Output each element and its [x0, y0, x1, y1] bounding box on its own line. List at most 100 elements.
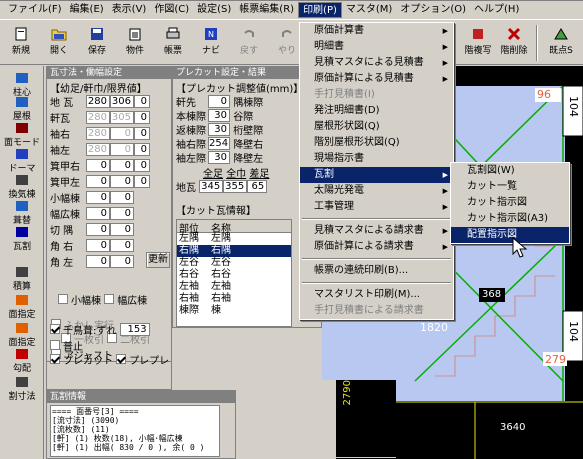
print-menu-item[interactable]: 手打見積書による請求書 — [300, 303, 453, 319]
hogai-row[interactable]: 普止 — [50, 338, 83, 353]
left-tool-7[interactable]: 積算 — [2, 266, 42, 292]
new-button[interactable]: 新規 — [2, 24, 40, 62]
left-tool-9[interactable]: 面指定 — [2, 322, 42, 348]
floor-copy-button[interactable]: 階複写 — [460, 24, 496, 62]
tile-size-input-2[interactable]: 0 — [110, 174, 134, 188]
print-menu-item[interactable]: 発注明細書(D) — [300, 103, 453, 119]
preple-checkbox[interactable] — [116, 354, 127, 364]
tile-size-input-2[interactable]: 0 — [110, 254, 134, 268]
cut-list-row[interactable]: 左隅 左隅 — [177, 233, 291, 245]
habahiro-checkbox[interactable] — [104, 294, 115, 304]
tile-size-input-2[interactable]: 0 — [110, 238, 134, 252]
chidori-row[interactable]: 千鳥葺:ずれ 153 — [50, 322, 150, 337]
print-menu-item[interactable]: 階別屋根形状図(Q) — [300, 135, 453, 151]
submenu-item[interactable]: カット指示図 — [451, 195, 569, 211]
tile-size-input-3[interactable]: 0 — [134, 174, 150, 188]
tile-size-input-1[interactable]: 280 — [86, 94, 110, 108]
print-menu-item[interactable]: 原価計算による見積書 ▶ — [300, 71, 453, 87]
menu-2[interactable]: 表示(V) — [108, 2, 151, 18]
undo-button[interactable]: 戻す — [230, 24, 268, 62]
tile-size-input-1[interactable]: 0 — [86, 190, 110, 204]
menu-8[interactable]: オプション(O) — [396, 2, 470, 18]
left-tool-8[interactable]: 面指定 — [2, 294, 42, 320]
floor-delete-button[interactable]: 階削除 — [496, 24, 532, 62]
tile-size-input-2[interactable]: 0 — [110, 222, 134, 236]
drawing-canvas-left[interactable]: 2790 — [336, 380, 396, 459]
menu-5[interactable]: 帳票編集(R) — [235, 2, 298, 18]
cut-list-row[interactable]: 右谷 右谷 — [177, 269, 291, 281]
cut-list-row[interactable]: 左袖 左袖 — [177, 281, 291, 293]
cut-list-row[interactable]: 棟際棟 — [177, 305, 291, 317]
form-button[interactable]: 帳票 — [154, 24, 192, 62]
print-menu-item[interactable]: 見積マスタによる見積書 ▶ — [300, 55, 453, 71]
tile-size-input-3[interactable]: 0 — [134, 158, 150, 172]
tile-size-input-1[interactable]: 280 — [86, 110, 110, 124]
jiku-zensoku[interactable]: 345 — [199, 179, 224, 193]
cut-list-row[interactable]: 左谷 左谷 — [177, 257, 291, 269]
left-tool-1[interactable]: 屋根 — [2, 96, 42, 122]
open-button[interactable]: 開く — [40, 24, 78, 62]
print-menu-item[interactable]: 原価計算による請求書 ▶ — [300, 239, 453, 255]
tile-size-input-3[interactable]: 0 — [134, 110, 150, 124]
menu-7[interactable]: マスタ(M) — [342, 2, 396, 18]
tile-size-input-2[interactable]: 0 — [110, 142, 134, 156]
tile-size-input-3[interactable]: 0 — [134, 94, 150, 108]
tile-size-input-1[interactable]: 0 — [86, 238, 110, 252]
navi-button[interactable]: N ナビ — [192, 24, 230, 62]
tile-size-input-1[interactable]: 280 — [86, 126, 110, 140]
tile-size-input-2[interactable]: 305 — [110, 110, 134, 124]
cut-list[interactable]: 部位 名称 左隅 左隅 右隅 右隅 左谷 左谷 右谷 右谷 左袖 左袖 右袖 右袖 棟際棟 — [176, 219, 292, 327]
cut-list-row[interactable]: 右袖 右袖 — [177, 293, 291, 305]
print-menu-item[interactable]: 瓦割 ▶ — [300, 167, 453, 183]
tile-size-input-2[interactable]: 0 — [110, 126, 134, 140]
tile-size-input-1[interactable]: 0 — [86, 174, 110, 188]
tile-size-input-3[interactable]: 0 — [134, 126, 150, 140]
existing-point-button[interactable]: 既点S — [542, 24, 580, 62]
tile-size-input-2[interactable]: 0 — [110, 158, 134, 172]
left-tool-5[interactable]: 葺替 — [2, 200, 42, 226]
precut-row[interactable]: プレカット プレプレ — [50, 352, 169, 367]
menu-6[interactable]: 印刷(P) — [298, 2, 342, 18]
precut-input[interactable]: 0 — [208, 94, 230, 108]
tile-size-input-2[interactable]: 0 — [110, 206, 134, 220]
cut-list-row[interactable]: 右隅 右隅 — [177, 245, 291, 257]
left-tool-11[interactable]: 割寸法 — [2, 376, 42, 402]
jiku-sasoku[interactable]: 65 — [247, 179, 268, 193]
submenu-item[interactable]: カット指示図(A3) — [451, 211, 569, 227]
chidori-checkbox[interactable] — [50, 324, 60, 334]
print-menu-item[interactable]: マスタリスト印刷(M)... — [300, 287, 453, 303]
left-tool-3[interactable]: ドーマ — [2, 148, 42, 174]
submenu-item[interactable]: カット一覧 — [451, 179, 569, 195]
tile-size-input-1[interactable]: 0 — [86, 206, 110, 220]
print-menu-item[interactable]: 帳票の連続印刷(B)... — [300, 263, 453, 279]
menu-4[interactable]: 設定(S) — [193, 2, 235, 18]
submenu-item[interactable]: 瓦割図(W) — [451, 163, 569, 179]
print-menu-item[interactable]: 太陽光発電 ▶ — [300, 183, 453, 199]
left-tool-6[interactable]: 瓦割 — [2, 226, 42, 252]
precut-input[interactable]: 30 — [208, 108, 230, 122]
menu-0[interactable]: ファイル(F) — [4, 2, 66, 18]
menu-9[interactable]: ヘルプ(H) — [470, 2, 523, 18]
left-tool-10[interactable]: 勾配 — [2, 348, 42, 374]
update-button[interactable]: 更新 — [146, 252, 170, 268]
precut-checkbox[interactable] — [50, 354, 60, 364]
print-menu-item[interactable]: 現場指示書 — [300, 151, 453, 167]
precut-input[interactable]: 30 — [208, 150, 230, 164]
print-menu-item[interactable]: 原価計算書 ▶ — [300, 23, 453, 39]
left-tool-2[interactable]: 面モード — [2, 122, 42, 148]
tile-size-input-2[interactable]: 0 — [110, 190, 134, 204]
print-menu-item[interactable]: 屋根形状図(Q) — [300, 119, 453, 135]
kohaba-checkbox[interactable] — [58, 294, 68, 304]
tile-size-input-1[interactable]: 280 — [86, 142, 110, 156]
tile-size-input-1[interactable]: 0 — [86, 222, 110, 236]
print-menu-item[interactable]: 手打見積書(I) — [300, 87, 453, 103]
save-button[interactable]: 保存 — [78, 24, 116, 62]
menu-3[interactable]: 作図(C) — [150, 2, 193, 18]
precut-input[interactable]: 254 — [208, 136, 230, 150]
hogai-checkbox[interactable] — [50, 340, 60, 350]
tile-size-input-2[interactable]: 306 — [110, 94, 134, 108]
print-menu-item[interactable]: 工事管理 ▶ — [300, 199, 453, 215]
precut-input[interactable]: 30 — [208, 122, 230, 136]
submenu-item[interactable]: 配置指示図 — [451, 227, 569, 243]
left-tool-0[interactable]: 柱心 — [2, 72, 42, 98]
